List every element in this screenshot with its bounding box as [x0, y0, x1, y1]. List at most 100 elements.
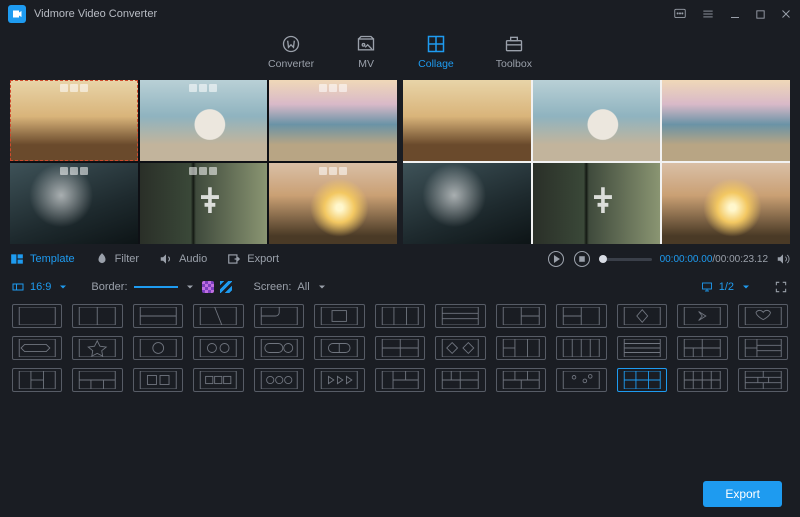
layout-21[interactable] — [435, 336, 485, 360]
layout-34[interactable] — [435, 368, 485, 392]
layout-30[interactable] — [193, 368, 243, 392]
monitor-icon — [701, 281, 713, 293]
layout-5[interactable] — [254, 304, 304, 328]
layout-12[interactable] — [677, 304, 727, 328]
footer: Export — [0, 471, 800, 517]
play-button[interactable] — [547, 250, 565, 268]
minimize-icon[interactable] — [729, 7, 741, 21]
layout-29[interactable] — [133, 368, 183, 392]
collage-cell-3[interactable] — [269, 80, 397, 161]
layout-38[interactable] — [677, 368, 727, 392]
layout-14[interactable] — [12, 336, 62, 360]
tab-toolbox[interactable]: Toolbox — [496, 34, 532, 70]
layout-28[interactable] — [72, 368, 122, 392]
collage-cell-4[interactable] — [10, 163, 138, 244]
subtab-template[interactable]: Template — [10, 252, 75, 266]
layout-19[interactable] — [314, 336, 364, 360]
border-label: Border: — [91, 281, 127, 293]
layout-4[interactable] — [193, 304, 243, 328]
layout-3[interactable] — [133, 304, 183, 328]
layout-35[interactable] — [496, 368, 546, 392]
volume-icon[interactable] — [776, 252, 790, 266]
subtab-filter[interactable]: Filter — [95, 252, 139, 266]
layout-23[interactable] — [556, 336, 606, 360]
top-nav: Converter MV Collage Toolbox — [0, 28, 800, 80]
collage-cell-1[interactable] — [10, 80, 138, 161]
layout-32[interactable] — [314, 368, 364, 392]
layout-25[interactable] — [677, 336, 727, 360]
subtab-export[interactable]: Export — [227, 252, 279, 266]
layout-15[interactable] — [72, 336, 122, 360]
border-style-select[interactable] — [134, 281, 196, 293]
layout-2[interactable] — [72, 304, 122, 328]
layout-18[interactable] — [254, 336, 304, 360]
layout-22[interactable] — [496, 336, 546, 360]
screen-value: All — [297, 281, 309, 293]
stop-button[interactable] — [573, 250, 591, 268]
subtab-template-label: Template — [30, 253, 75, 265]
feedback-icon[interactable] — [673, 7, 687, 21]
layout-17[interactable] — [193, 336, 243, 360]
border-control: Border: — [91, 281, 231, 293]
layout-16[interactable] — [133, 336, 183, 360]
preview-cell-1 — [403, 80, 531, 161]
app-logo — [8, 5, 26, 23]
layout-33[interactable] — [375, 368, 425, 392]
subtab-audio-label: Audio — [179, 253, 207, 265]
preview-cell-5 — [533, 163, 661, 244]
tab-converter[interactable]: Converter — [268, 34, 314, 70]
collage-cell-6[interactable] — [269, 163, 397, 244]
seek-bar[interactable] — [599, 258, 652, 261]
aspect-ratio-select[interactable]: 16:9 — [12, 281, 69, 293]
preview-panel — [403, 80, 790, 244]
options-row: 16:9 Border: Screen: All 1/2 — [0, 272, 800, 304]
menu-icon[interactable] — [701, 7, 715, 21]
layout-13[interactable] — [738, 304, 788, 328]
preview-grid — [403, 80, 790, 244]
subtab-audio[interactable]: Audio — [159, 252, 207, 266]
chevron-down-icon — [184, 281, 196, 293]
subtab-filter-label: Filter — [115, 253, 139, 265]
layout-37-selected[interactable] — [617, 368, 667, 392]
layout-31[interactable] — [254, 368, 304, 392]
maximize-icon[interactable] — [755, 7, 766, 21]
layout-9[interactable] — [496, 304, 546, 328]
layout-36[interactable] — [556, 368, 606, 392]
collage-cell-2[interactable] — [140, 80, 268, 161]
collage-cell-5[interactable] — [140, 163, 268, 244]
tab-collage[interactable]: Collage — [418, 34, 454, 70]
tab-mv-label: MV — [358, 58, 374, 70]
layout-7[interactable] — [375, 304, 425, 328]
aspect-ratio-value: 16:9 — [30, 281, 51, 293]
layout-10[interactable] — [556, 304, 606, 328]
timeline: 00:00:00.00/00:00:23.12 — [547, 250, 790, 268]
border-color-swatch[interactable] — [202, 281, 214, 293]
screen-select[interactable]: Screen: All — [254, 281, 328, 293]
tab-mv[interactable]: MV — [356, 34, 376, 70]
subtab-export-label: Export — [247, 253, 279, 265]
time-display: 00:00:00.00/00:00:23.12 — [660, 254, 768, 265]
layout-1[interactable] — [12, 304, 62, 328]
close-icon[interactable] — [780, 7, 792, 21]
layout-11[interactable] — [617, 304, 667, 328]
layout-24[interactable] — [617, 336, 667, 360]
layout-6[interactable] — [314, 304, 364, 328]
collage-editor-panel — [10, 80, 397, 244]
border-pattern-swatch[interactable] — [220, 281, 232, 293]
layout-8[interactable] — [435, 304, 485, 328]
layout-26[interactable] — [738, 336, 788, 360]
layout-39[interactable] — [738, 368, 788, 392]
layout-20[interactable] — [375, 336, 425, 360]
chevron-down-icon — [57, 281, 69, 293]
chevron-down-icon — [316, 281, 328, 293]
preview-cell-2 — [533, 80, 661, 161]
layout-27[interactable] — [12, 368, 62, 392]
tab-toolbox-label: Toolbox — [496, 58, 532, 70]
preview-cell-6 — [662, 163, 790, 244]
screen-label: Screen: — [254, 281, 292, 293]
export-button[interactable]: Export — [703, 481, 782, 507]
zoom-select[interactable]: 1/2 — [701, 281, 752, 293]
fullscreen-icon[interactable] — [774, 280, 788, 294]
title-bar: Vidmore Video Converter — [0, 0, 800, 28]
subtabs: Template Filter Audio Export — [10, 252, 279, 266]
